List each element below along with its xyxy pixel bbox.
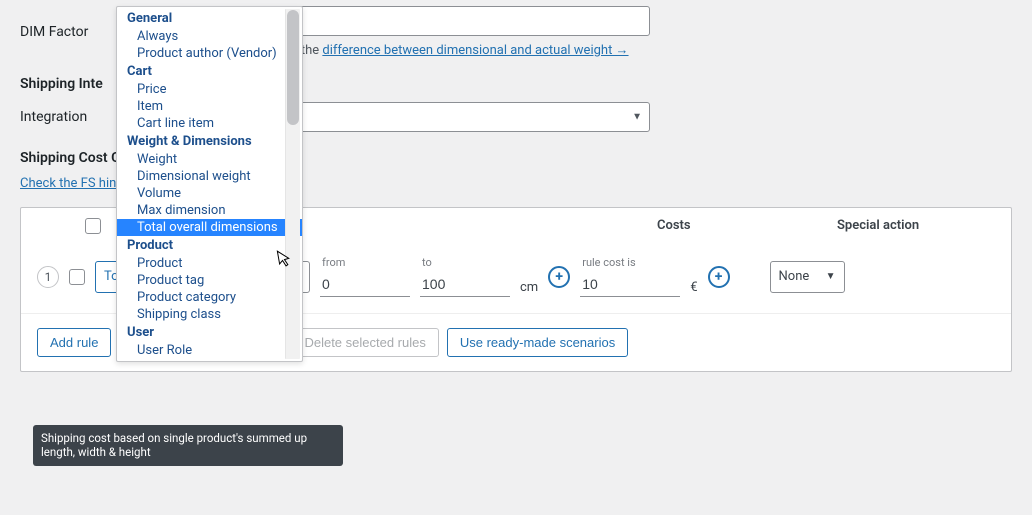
special-action-select[interactable]: None▼ <box>770 261 845 293</box>
currency-label: € <box>690 280 697 297</box>
dim-helper: re about the difference between dimensio… <box>250 42 1012 58</box>
dropdown-item[interactable]: Dimensional weight <box>117 168 302 185</box>
dropdown-item[interactable]: Item <box>117 98 302 115</box>
dropdown-item[interactable]: Shipping class <box>117 306 302 323</box>
to-input[interactable] <box>420 271 510 297</box>
dropdown-item[interactable]: Price <box>117 81 302 98</box>
dropdown-item[interactable]: Product tag <box>117 272 302 289</box>
dropdown-group: Weight & Dimensions <box>117 132 302 151</box>
dropdown-group: User <box>117 323 302 342</box>
cost-label: rule cost is <box>580 256 680 269</box>
dropdown-group: Product <box>117 236 302 255</box>
dropdown-item[interactable]: Product <box>117 255 302 272</box>
costs-header: Costs <box>657 218 837 238</box>
chevron-down-icon: ▼ <box>826 271 836 282</box>
add-condition-button[interactable]: + <box>548 266 570 288</box>
dropdown-item[interactable]: Volume <box>117 185 302 202</box>
fs-hints-link[interactable]: Check the FS hin <box>20 176 116 191</box>
cost-input[interactable] <box>580 271 680 297</box>
dim-factor-input[interactable] <box>250 6 650 36</box>
dropdown-item[interactable]: Always <box>117 28 302 45</box>
add-rule-button[interactable]: Add rule <box>37 328 111 357</box>
dropdown-group: Cart <box>117 62 302 81</box>
unit-label: cm <box>520 280 538 297</box>
dropdown-item[interactable]: Weight <box>117 151 302 168</box>
ready-scenarios-button[interactable]: Use ready-made scenarios <box>447 328 628 357</box>
dim-helper-link[interactable]: difference between dimensional and actua… <box>322 43 628 58</box>
when-dropdown: GeneralAlwaysProduct author (Vendor)Cart… <box>116 6 303 362</box>
dropdown-item[interactable]: User Role <box>117 342 302 359</box>
dropdown-item[interactable]: Product author (Vendor) <box>117 45 302 62</box>
from-label: from <box>320 256 410 269</box>
rule-number: 1 <box>37 266 59 288</box>
dropdown-item[interactable]: Total overall dimensions <box>117 219 302 236</box>
row-checkbox[interactable] <box>69 269 85 285</box>
dropdown-group: General <box>117 9 302 28</box>
from-input[interactable] <box>320 271 410 297</box>
select-all-checkbox[interactable] <box>85 218 101 234</box>
tooltip: Shipping cost based on single product's … <box>33 425 343 466</box>
dropdown-item[interactable]: Max dimension <box>117 202 302 219</box>
delete-rules-button[interactable]: Delete selected rules <box>291 328 438 357</box>
dropdown-item[interactable]: Product category <box>117 289 302 306</box>
integration-select[interactable] <box>250 102 650 132</box>
dropdown-item[interactable]: Cart line item <box>117 115 302 132</box>
to-label: to <box>420 256 510 269</box>
add-cost-button[interactable]: + <box>708 266 730 288</box>
special-action-header: Special action <box>837 218 995 238</box>
